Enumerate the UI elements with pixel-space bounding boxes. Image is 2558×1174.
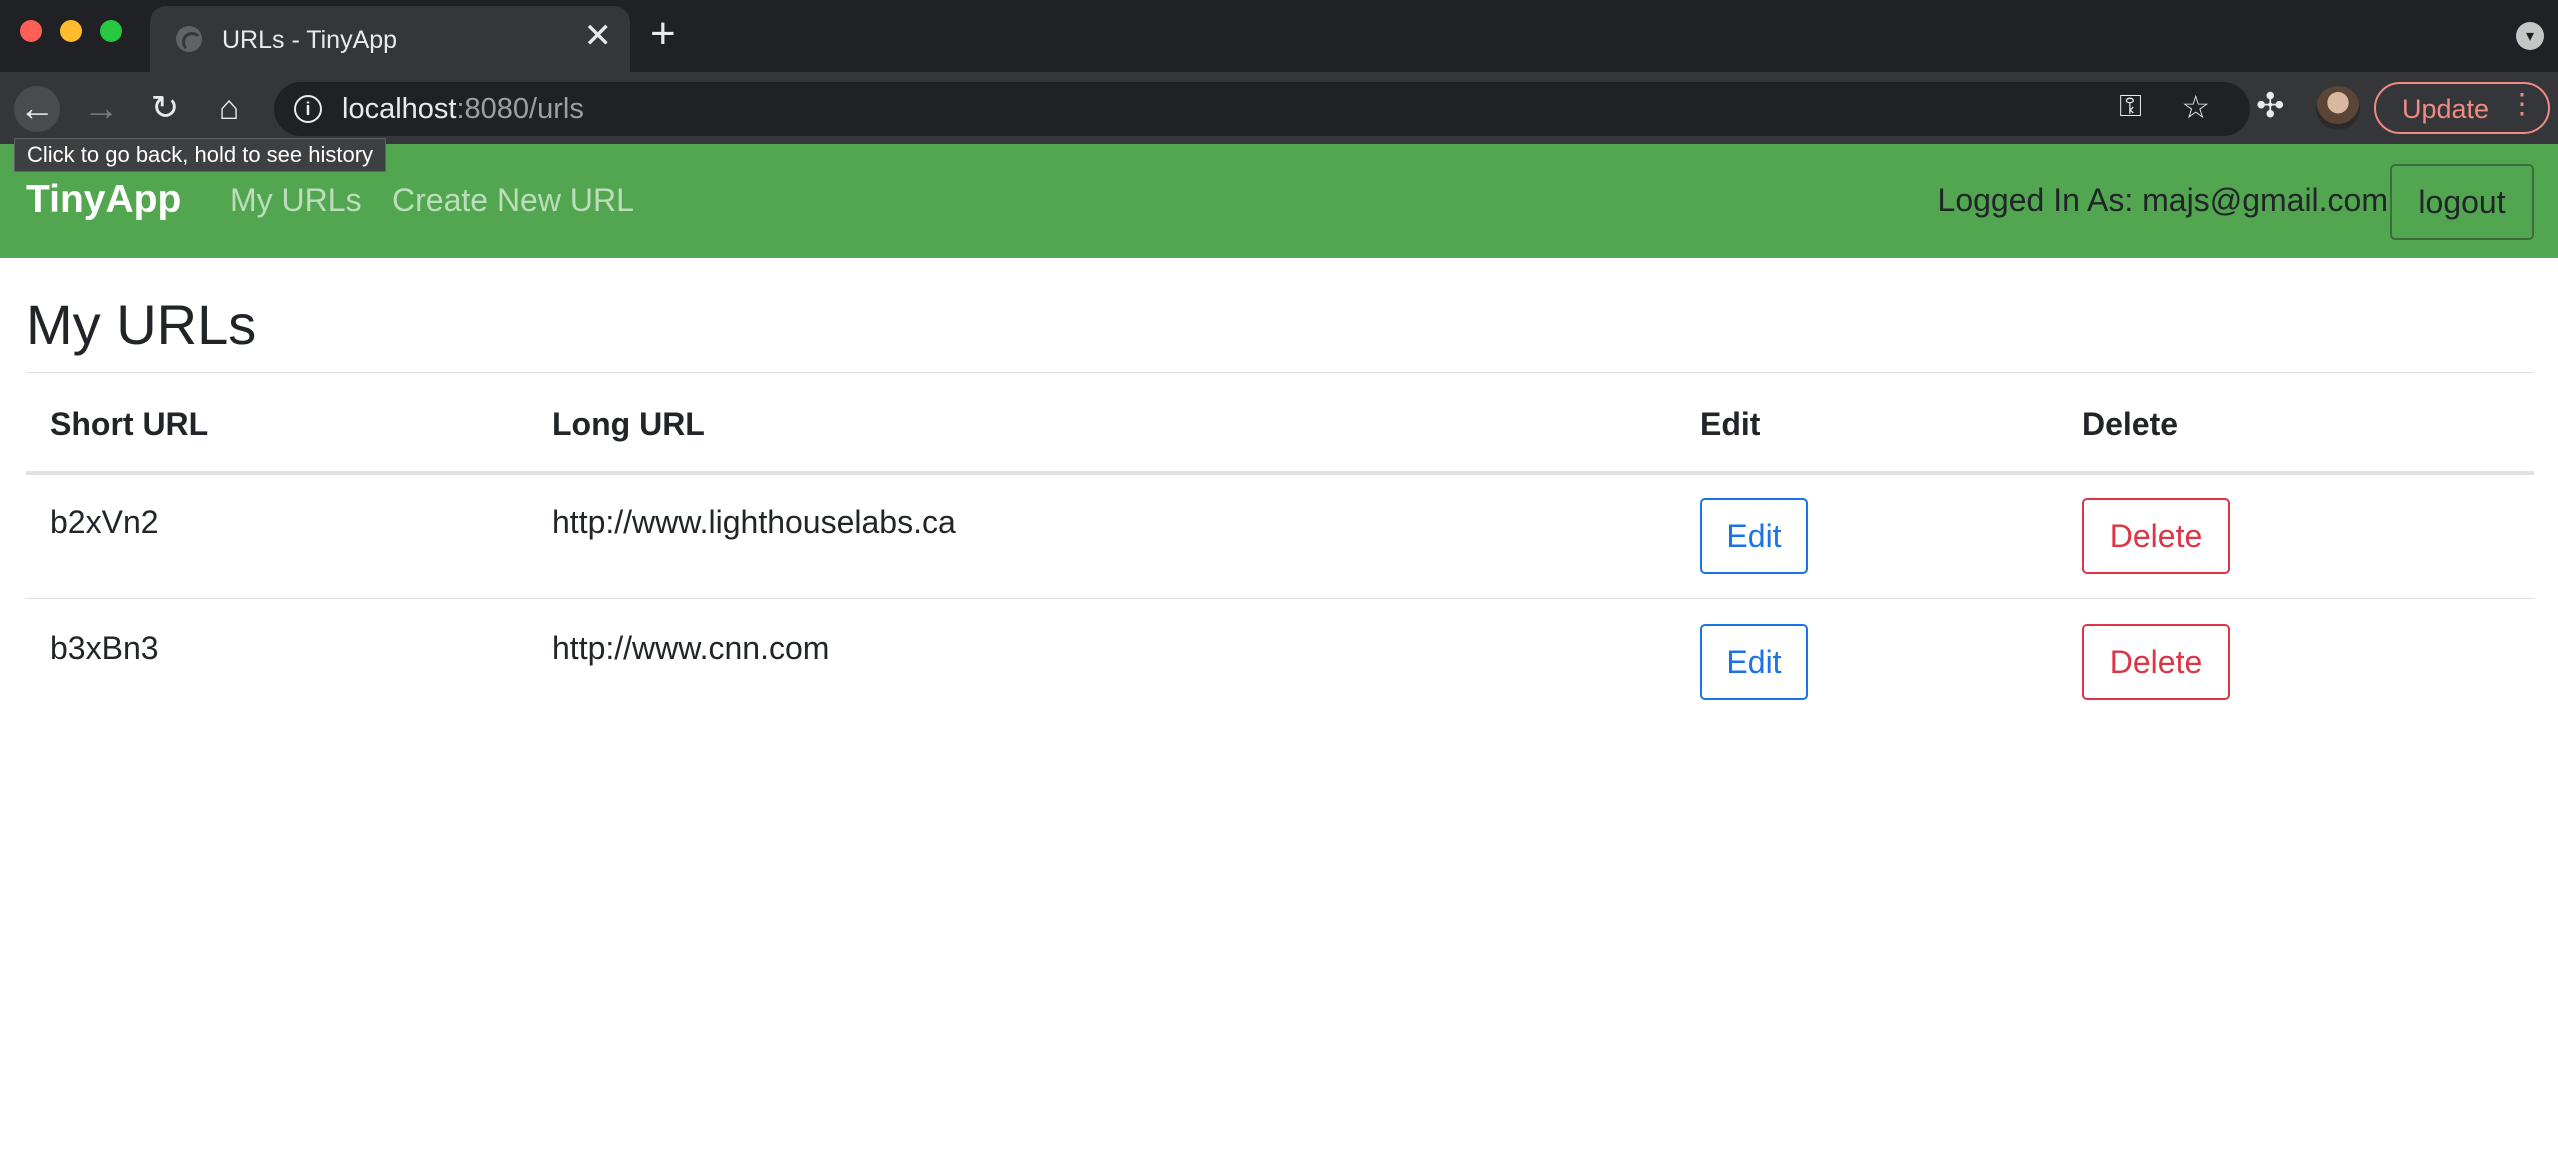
maximize-window-button[interactable] [100, 20, 122, 42]
browser-tabstrip: URLs - TinyApp ✕ + ▾ [0, 0, 2558, 72]
long-url-cell: http://www.lighthouselabs.ca [552, 504, 956, 540]
globe-icon [176, 26, 202, 52]
plus-icon[interactable]: + [650, 12, 676, 56]
edit-button[interactable]: Edit [1700, 624, 1808, 700]
back-arrow-icon[interactable]: ← [14, 86, 60, 132]
short-url-cell: b3xBn3 [50, 630, 159, 666]
tab-title: URLs - TinyApp [222, 26, 398, 54]
browser-tab[interactable]: URLs - TinyApp ✕ [150, 6, 630, 72]
address-bar[interactable]: i localhost:8080/urls ⚿ ☆ [274, 82, 2250, 136]
delete-button[interactable]: Delete [2082, 498, 2230, 574]
nav-my-urls[interactable]: My URLs [230, 182, 362, 219]
brand-link[interactable]: TinyApp [26, 178, 181, 222]
reload-icon[interactable]: ↻ [142, 86, 188, 132]
short-url-cell: b2xVn2 [50, 504, 159, 540]
header-edit: Edit [1700, 406, 1761, 442]
key-icon[interactable]: ⚿ [2119, 90, 2142, 124]
logged-in-status: Logged In As: majs@gmail.com [1937, 182, 2388, 218]
row-divider [26, 598, 2534, 599]
browser-toolbar: ← → ↻ ⌂ i localhost:8080/urls ⚿ ☆ [0, 72, 2558, 144]
table-header-divider [26, 471, 2534, 475]
avatar[interactable] [2316, 86, 2360, 130]
logout-button[interactable]: logout [2390, 164, 2534, 240]
star-icon[interactable]: ☆ [2181, 88, 2210, 126]
update-label: Update [2402, 94, 2490, 124]
tab-search-icon[interactable]: ▾ [2516, 22, 2544, 50]
url-text[interactable]: localhost:8080/urls [342, 93, 584, 126]
url-host: localhost [342, 93, 457, 125]
back-tooltip: Click to go back, hold to see history [14, 138, 387, 172]
divider [26, 372, 2534, 373]
delete-button[interactable]: Delete [2082, 624, 2230, 700]
kebab-menu-icon[interactable]: ⋮ [2508, 90, 2536, 118]
home-icon[interactable]: ⌂ [206, 86, 252, 132]
info-icon[interactable]: i [294, 95, 322, 123]
header-delete: Delete [2082, 406, 2179, 442]
page-title: My URLs [26, 293, 257, 356]
edit-button[interactable]: Edit [1700, 498, 1808, 574]
header-short-url: Short URL [50, 406, 209, 442]
url-path: :8080/urls [456, 93, 584, 125]
close-window-button[interactable] [20, 20, 42, 42]
update-button[interactable]: Update ⋮ [2374, 82, 2550, 134]
header-long-url: Long URL [552, 406, 705, 442]
close-icon[interactable]: ✕ [584, 19, 613, 53]
nav-create-new-url[interactable]: Create New URL [392, 182, 634, 219]
forward-arrow-icon[interactable]: → [78, 86, 124, 132]
puzzle-icon[interactable]: ✣ [2256, 86, 2285, 126]
minimize-window-button[interactable] [60, 20, 82, 42]
long-url-cell: http://www.cnn.com [552, 630, 830, 666]
